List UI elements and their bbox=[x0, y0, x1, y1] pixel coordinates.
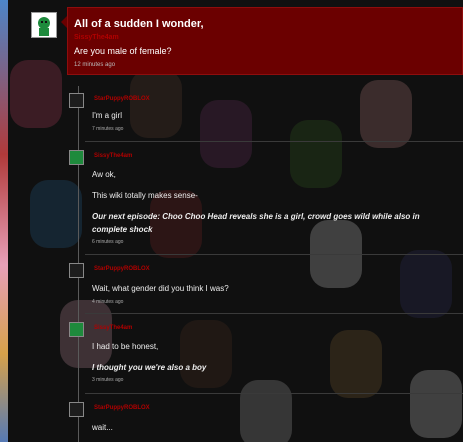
piggy-avatar[interactable] bbox=[69, 93, 84, 108]
reply-divider bbox=[85, 313, 463, 314]
reply-text: This wiki totally makes sense- bbox=[92, 191, 198, 200]
reply-divider bbox=[85, 141, 463, 142]
reply-text: Wait, what gender did you think I was? bbox=[92, 284, 229, 293]
reply-text: wait... bbox=[92, 423, 113, 432]
piggy-avatar[interactable] bbox=[69, 263, 84, 278]
reply-timestamp[interactable]: 6 minutes ago bbox=[92, 239, 123, 245]
sissy-avatar[interactable] bbox=[69, 322, 84, 337]
post-author-link[interactable]: SissyThe4am bbox=[74, 34, 119, 41]
reply-timestamp[interactable]: 7 minutes ago bbox=[92, 126, 123, 132]
sissy-avatar[interactable] bbox=[31, 12, 57, 38]
post-timestamp[interactable]: 12 minutes ago bbox=[74, 62, 115, 68]
left-decoration bbox=[0, 0, 8, 442]
piggy-avatar[interactable] bbox=[69, 402, 84, 417]
sissy-avatar[interactable] bbox=[69, 150, 84, 165]
reply-author-link[interactable]: StarPuppyROBLOX bbox=[94, 96, 150, 102]
reply-text: I had to be honest, bbox=[92, 342, 159, 351]
reply-timestamp[interactable]: 4 minutes ago bbox=[92, 299, 123, 305]
reply-text: complete shock bbox=[92, 225, 153, 234]
reply-divider bbox=[85, 254, 463, 255]
reply-text: Our next episode: Choo Choo Head reveals… bbox=[92, 212, 420, 221]
reply-text: I thought you we're also a boy bbox=[92, 363, 207, 372]
reply-text: I'm a girl bbox=[92, 111, 122, 120]
reply-author-link[interactable]: SissyThe4am bbox=[94, 153, 132, 159]
reply-timestamp[interactable]: 3 minutes ago bbox=[92, 377, 123, 383]
reply-divider bbox=[85, 393, 463, 394]
reply-author-link[interactable]: StarPuppyROBLOX bbox=[94, 266, 150, 272]
reply-author-link[interactable]: SissyThe4am bbox=[94, 325, 132, 331]
reply-author-link[interactable]: StarPuppyROBLOX bbox=[94, 405, 150, 411]
reply-text: Aw ok, bbox=[92, 170, 116, 179]
original-post: All of a sudden I wonder, SissyThe4am Ar… bbox=[67, 7, 463, 75]
post-text: Are you male of female? bbox=[74, 46, 172, 56]
post-title: All of a sudden I wonder, bbox=[74, 18, 204, 30]
